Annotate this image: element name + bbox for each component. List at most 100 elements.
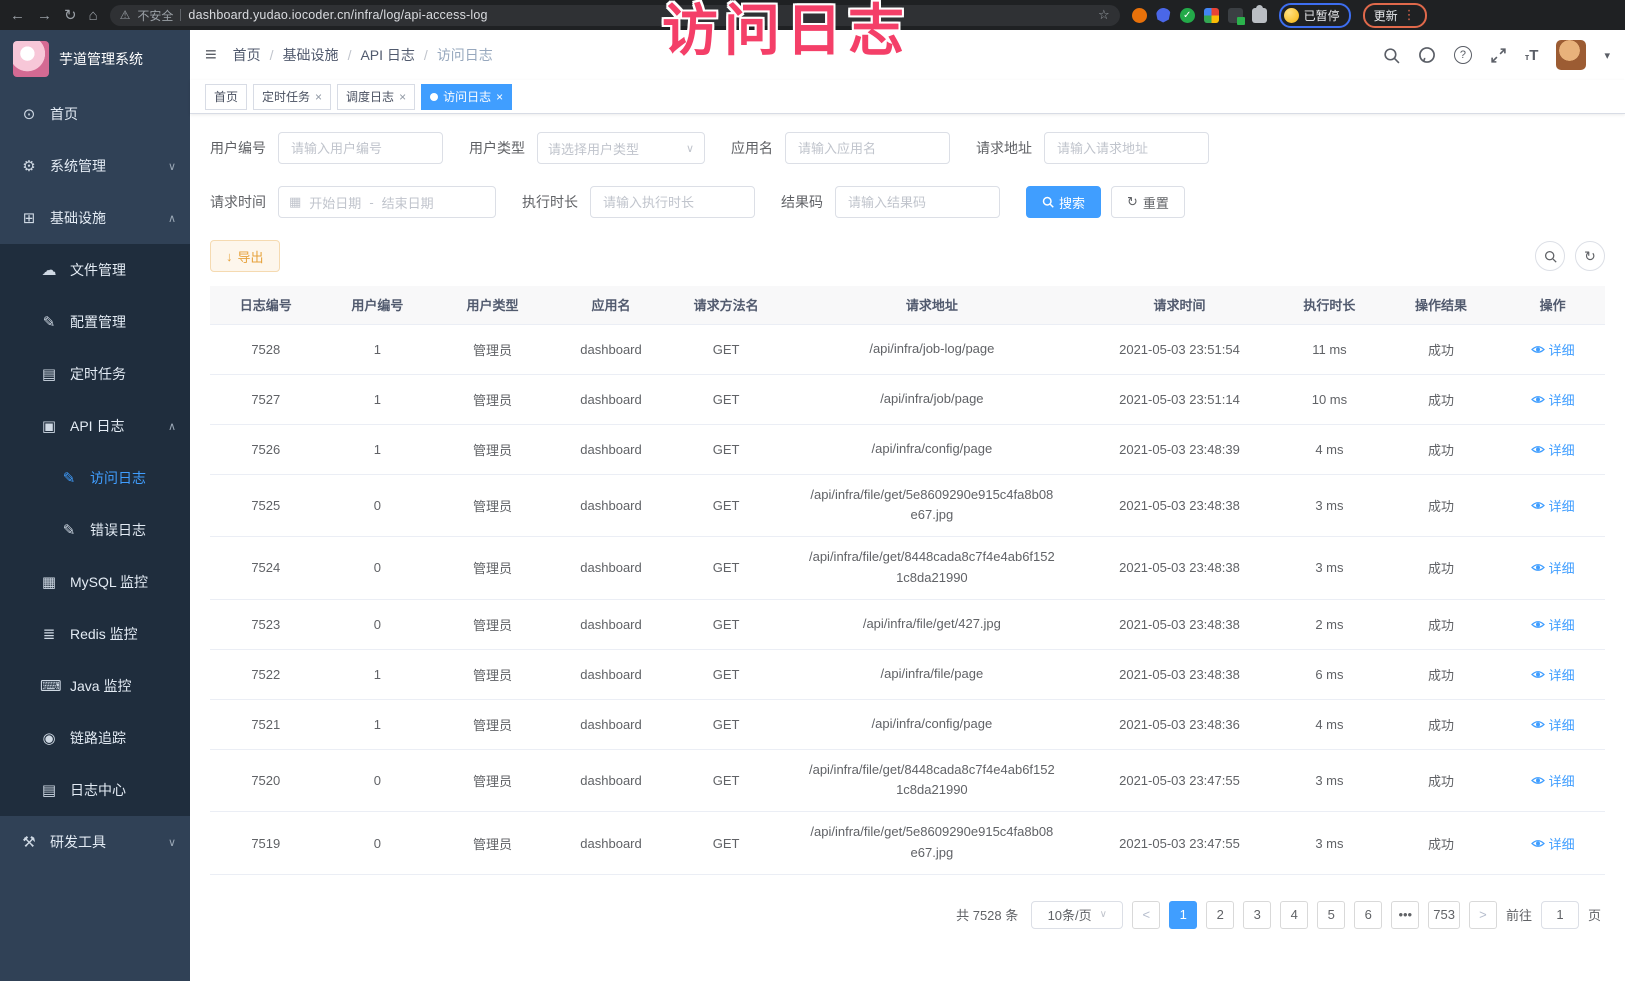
filter-label: 请求时间 [210,192,266,212]
refresh-table-button[interactable]: ↻ [1575,241,1605,271]
export-button[interactable]: ↓ 导出 [210,240,280,272]
sidebar-item-label: Redis 监控 [70,624,138,644]
reload-icon[interactable]: ↻ [64,8,77,23]
sidebar-item-redis-monitor[interactable]: ≣ Redis 监控 [0,608,190,660]
detail-link[interactable]: 详细 [1531,496,1575,515]
fullscreen-icon[interactable] [1490,47,1507,64]
duration-input[interactable] [590,186,755,218]
close-icon[interactable]: × [315,90,322,104]
sidebar-item-java-monitor[interactable]: ⌨ Java 监控 [0,660,190,712]
bookmark-star-icon[interactable]: ☆ [1098,7,1110,23]
extensions-puzzle-icon[interactable] [1252,8,1267,23]
sidebar-item-access-log[interactable]: ✎ 访问日志 [0,452,190,504]
breadcrumb-item[interactable]: API 日志 [360,45,414,65]
help-icon[interactable]: ? [1454,46,1472,64]
page-size-select[interactable]: 10条/页 ∨ [1031,901,1123,929]
request-time-range-picker[interactable]: ▦ 开始日期 - 结束日期 [278,186,496,218]
search-button[interactable]: 搜索 [1026,186,1101,218]
back-icon[interactable]: ← [10,8,25,23]
cell-request-url: /api/infra/job-log/page [782,324,1082,374]
app-name-input[interactable] [785,132,950,164]
extension-grid-icon[interactable] [1204,8,1219,23]
browser-menu-icon[interactable]: ⋮ [1403,7,1416,23]
cell-duration: 3 ms [1277,474,1382,537]
search-icon[interactable] [1383,47,1400,64]
sidebar-item-devtools[interactable]: ⚒ 研发工具 ∨ [0,816,190,868]
eye-icon [1531,669,1545,680]
detail-link[interactable]: 详细 [1531,834,1575,853]
cell-user-id: 1 [322,649,434,699]
reset-button[interactable]: ↻ 重置 [1111,186,1185,218]
sidebar-item-trace[interactable]: ◉ 链路追踪 [0,712,190,764]
tab-label: 访问日志 [443,88,491,105]
prev-page-button[interactable]: < [1132,901,1160,929]
extension-shield-icon[interactable] [1156,8,1171,23]
update-button[interactable]: 更新 ⋮ [1363,3,1427,28]
cell-method: GET [670,324,782,374]
sidebar-item-file-manage[interactable]: ☁ 文件管理 [0,244,190,296]
tab-home[interactable]: 首页 [205,84,247,110]
detail-link[interactable]: 详细 [1531,558,1575,577]
extension-orange-icon[interactable] [1132,8,1147,23]
detail-link[interactable]: 详细 [1531,715,1575,734]
detail-link[interactable]: 详细 [1531,440,1575,459]
font-size-icon[interactable]: тT [1525,47,1539,64]
sidebar-item-scheduled-task[interactable]: ▤ 定时任务 [0,348,190,400]
sidebar-item-error-log[interactable]: ✎ 错误日志 [0,504,190,556]
detail-link[interactable]: 详细 [1531,340,1575,359]
detail-link[interactable]: 详细 [1531,615,1575,634]
page-button[interactable]: 753 [1428,901,1460,929]
breadcrumb-item[interactable]: 首页 [233,45,261,65]
close-icon[interactable]: × [496,90,503,104]
next-page-button[interactable]: > [1469,901,1497,929]
goto-page-input[interactable] [1541,901,1579,929]
logo-image [13,41,49,77]
detail-link[interactable]: 详细 [1531,665,1575,684]
cell-log-id: 7524 [210,537,322,600]
user-id-input[interactable] [278,132,443,164]
more-pages-button[interactable]: ••• [1391,901,1419,929]
close-icon[interactable]: × [399,90,406,104]
tab-scheduled-task[interactable]: 定时任务 × [253,84,331,110]
sidebar-item-config-manage[interactable]: ✎ 配置管理 [0,296,190,348]
profile-paused-badge[interactable]: 已暂停 [1279,3,1351,28]
page-button[interactable]: 5 [1317,901,1345,929]
sidebar-item-mysql-monitor[interactable]: ▦ MySQL 监控 [0,556,190,608]
tab-schedule-log[interactable]: 调度日志× [337,84,415,110]
cell-log-id: 7528 [210,324,322,374]
avatar[interactable] [1556,40,1586,70]
breadcrumb-item[interactable]: 基础设施 [283,45,339,65]
end-date-placeholder: 结束日期 [382,193,434,212]
app-logo[interactable]: 芋道管理系统 [0,30,190,88]
sidebar-item-log-center[interactable]: ▤ 日志中心 [0,764,190,816]
detail-link-label: 详细 [1549,715,1575,734]
user-type-select[interactable]: 请选择用户类型 ∨ [537,132,705,164]
result-code-input[interactable] [835,186,1000,218]
sidebar-item-infra[interactable]: ⊞ 基础设施 ∧ [0,192,190,244]
page-button[interactable]: 1 [1169,901,1197,929]
sidebar-item-system[interactable]: ⚙ 系统管理 ∨ [0,140,190,192]
cell-result: 成功 [1382,649,1501,699]
sidebar-item-home[interactable]: ⊙ 首页 [0,88,190,140]
page-button[interactable]: 2 [1206,901,1234,929]
cell-duration: 2 ms [1277,599,1382,649]
forward-icon[interactable]: → [37,8,52,23]
extension-green-icon[interactable]: ✓ [1180,8,1195,23]
page-button[interactable]: 6 [1354,901,1382,929]
table-body: 7528 1 管理员 dashboard GET /api/infra/job-… [210,324,1605,874]
page-button[interactable]: 3 [1243,901,1271,929]
sidebar-item-api-log[interactable]: ▣ API 日志 ∧ [0,400,190,452]
home-icon[interactable]: ⌂ [89,8,98,23]
hamburger-icon[interactable]: ≡ [205,44,217,67]
chevron-down-icon[interactable]: ▾ [1604,49,1610,62]
page-button[interactable]: 4 [1280,901,1308,929]
request-url-input[interactable] [1044,132,1209,164]
address-bar[interactable]: ⚠ 不安全 dashboard.yudao.iocoder.cn/infra/l… [110,5,1120,26]
toggle-search-button[interactable] [1535,241,1565,271]
github-icon[interactable] [1418,46,1436,64]
tab-access-log[interactable]: 访问日志 × [421,84,512,110]
tab-label: 定时任务 [262,88,310,105]
extension-bd-icon[interactable] [1228,8,1243,23]
detail-link[interactable]: 详细 [1531,771,1575,790]
detail-link[interactable]: 详细 [1531,390,1575,409]
